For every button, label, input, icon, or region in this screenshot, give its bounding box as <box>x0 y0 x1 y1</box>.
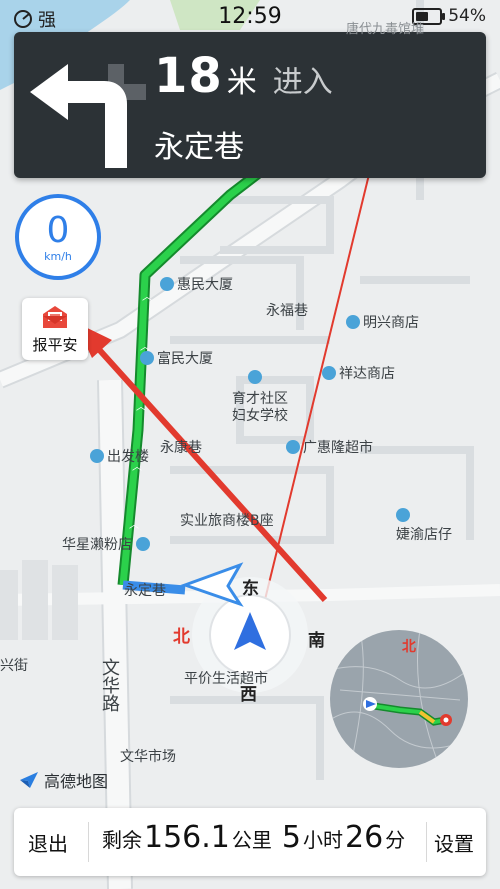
poi-label[interactable]: 广惠隆超市 <box>286 437 373 457</box>
remain-minutes-unit: 分 <box>385 828 406 852</box>
svg-text:︿: ︿ <box>129 520 139 531</box>
poi-label: 妇女学校 <box>232 408 288 424</box>
turn-instruction-card[interactable]: 18 米 进入 永定巷 <box>14 32 486 178</box>
turn-left-arrow-icon <box>30 64 146 168</box>
minimap-canvas <box>330 630 468 768</box>
compass-west: 西 <box>240 685 257 705</box>
amap-logo-icon <box>20 772 38 788</box>
svg-text:︿: ︿ <box>142 292 152 303</box>
street-label: 永康巷 <box>160 440 202 456</box>
exit-button[interactable]: 退出 <box>28 828 68 857</box>
poi-label: 唐代九毒馆堆 <box>346 22 425 37</box>
poi-icon <box>160 277 174 291</box>
shop-icon <box>286 440 300 454</box>
bottom-navigation-bar: 退出 剩余 156.1 公里 5 小时 26 分 设置 <box>14 808 486 876</box>
report-safe-button[interactable]: 报平安 <box>22 298 88 360</box>
battery-percent: 54% <box>448 6 486 26</box>
speedometer: 0 km/h <box>15 194 101 280</box>
distance-value: 18 <box>154 48 223 104</box>
remain-distance-unit: 公里 <box>231 828 272 852</box>
status-bar: 强 12:59 54% <box>0 0 500 32</box>
amap-logo: 高德地图 <box>18 768 108 792</box>
poi-label[interactable]: 富民大厦 <box>140 348 213 368</box>
settings-button[interactable]: 设置 <box>434 828 474 857</box>
poi-label[interactable]: 华星濑粉店 <box>62 534 153 554</box>
shop-icon <box>322 366 336 380</box>
amap-logo-text: 高德地图 <box>44 772 109 791</box>
poi-label[interactable]: 婕渝店仔 <box>396 508 452 544</box>
poi-icon <box>140 351 154 365</box>
poi-label[interactable]: 祥达商店 <box>322 363 395 383</box>
poi-label: 文华市场 <box>120 749 176 765</box>
envelope-icon <box>43 306 67 328</box>
poi-label: 实业旅商楼B座 <box>180 513 274 529</box>
poi-label: 永福巷 <box>266 303 308 319</box>
distance-to-turn: 18 米 进入 <box>154 48 333 104</box>
poi-label[interactable]: 惠民大厦 <box>160 274 233 294</box>
poi-label[interactable]: 明兴商店 <box>346 312 419 332</box>
route-overview-minimap[interactable]: 北 <box>330 630 468 768</box>
street-label: 兴街 <box>0 658 28 674</box>
next-road-name: 永定巷 <box>154 130 244 165</box>
turn-action: 进入 <box>272 65 333 100</box>
street-label: 永定巷 <box>124 583 166 599</box>
road-label: 文华路 <box>99 658 120 712</box>
divider <box>426 822 427 862</box>
distance-unit: 米 <box>226 65 257 100</box>
shop-icon <box>396 508 410 522</box>
poi-icon <box>90 449 104 463</box>
poi-label[interactable]: 出发楼 <box>90 446 149 466</box>
school-icon <box>248 370 262 384</box>
report-safe-label: 报平安 <box>32 336 78 354</box>
compass-north: 北 <box>173 627 190 647</box>
shop-icon <box>346 315 360 329</box>
remain-distance: 156.1 <box>144 820 230 855</box>
remain-minutes: 26 <box>344 820 384 855</box>
remain-hours: 5 <box>281 820 301 855</box>
compass-south: 南 <box>308 631 325 651</box>
compass-east: 东 <box>242 579 259 599</box>
remain-prefix: 剩余 <box>102 828 142 852</box>
speed-value: 0 <box>46 210 70 251</box>
poi-label[interactable] <box>248 370 265 386</box>
speed-unit: km/h <box>44 250 72 263</box>
divider <box>88 822 89 862</box>
poi-icon <box>136 537 150 551</box>
remain-hours-unit: 小时 <box>302 828 343 852</box>
remaining-trip-info: 剩余 156.1 公里 5 小时 26 分 <box>102 820 405 855</box>
minimap-north: 北 <box>402 639 416 655</box>
